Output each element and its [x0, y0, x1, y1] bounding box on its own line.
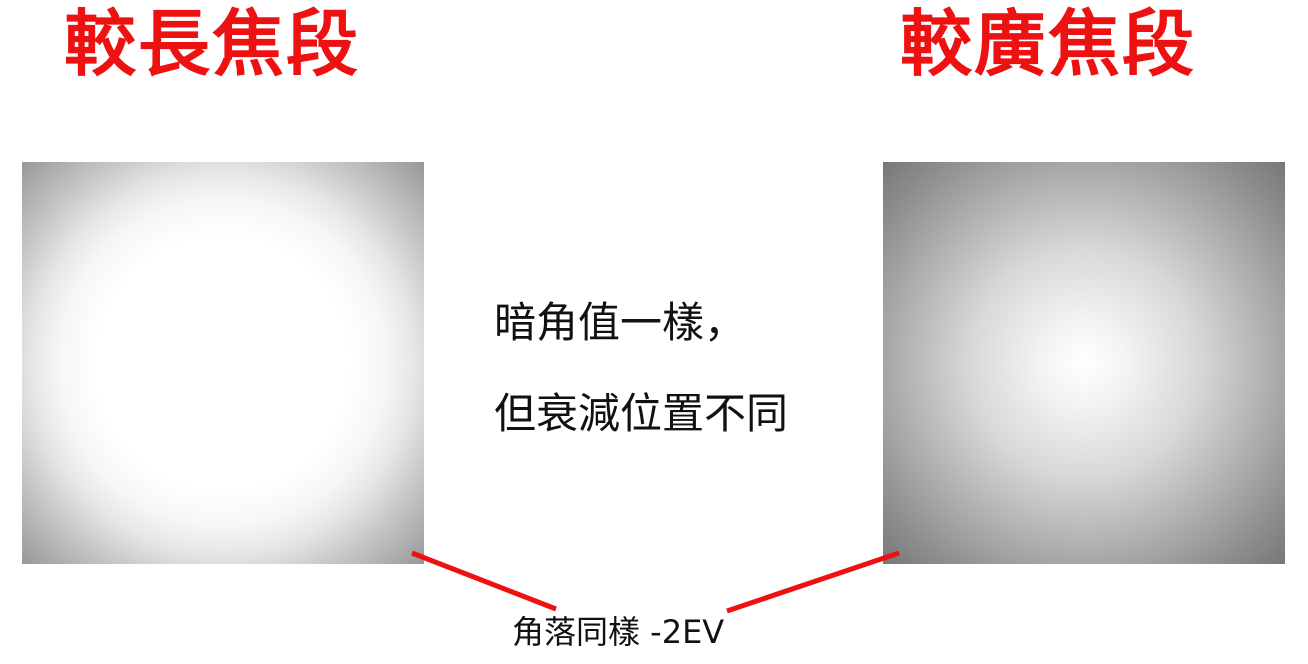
caption-line-1: 暗角值一樣， — [494, 298, 747, 347]
caption-line-2: 但衰減位置不同 — [494, 389, 789, 438]
vignette-panel-longer-focal-length — [22, 162, 424, 564]
corner-exposure-label: 角落同樣 -2EV — [512, 613, 725, 651]
connector-line-left — [411, 550, 557, 612]
connector-line-right — [726, 550, 900, 614]
title-wider-focal-length: 較廣焦段 — [900, 2, 1197, 86]
title-longer-focal-length: 較長焦段 — [64, 2, 361, 86]
vignette-panel-wider-focal-length — [883, 162, 1285, 564]
